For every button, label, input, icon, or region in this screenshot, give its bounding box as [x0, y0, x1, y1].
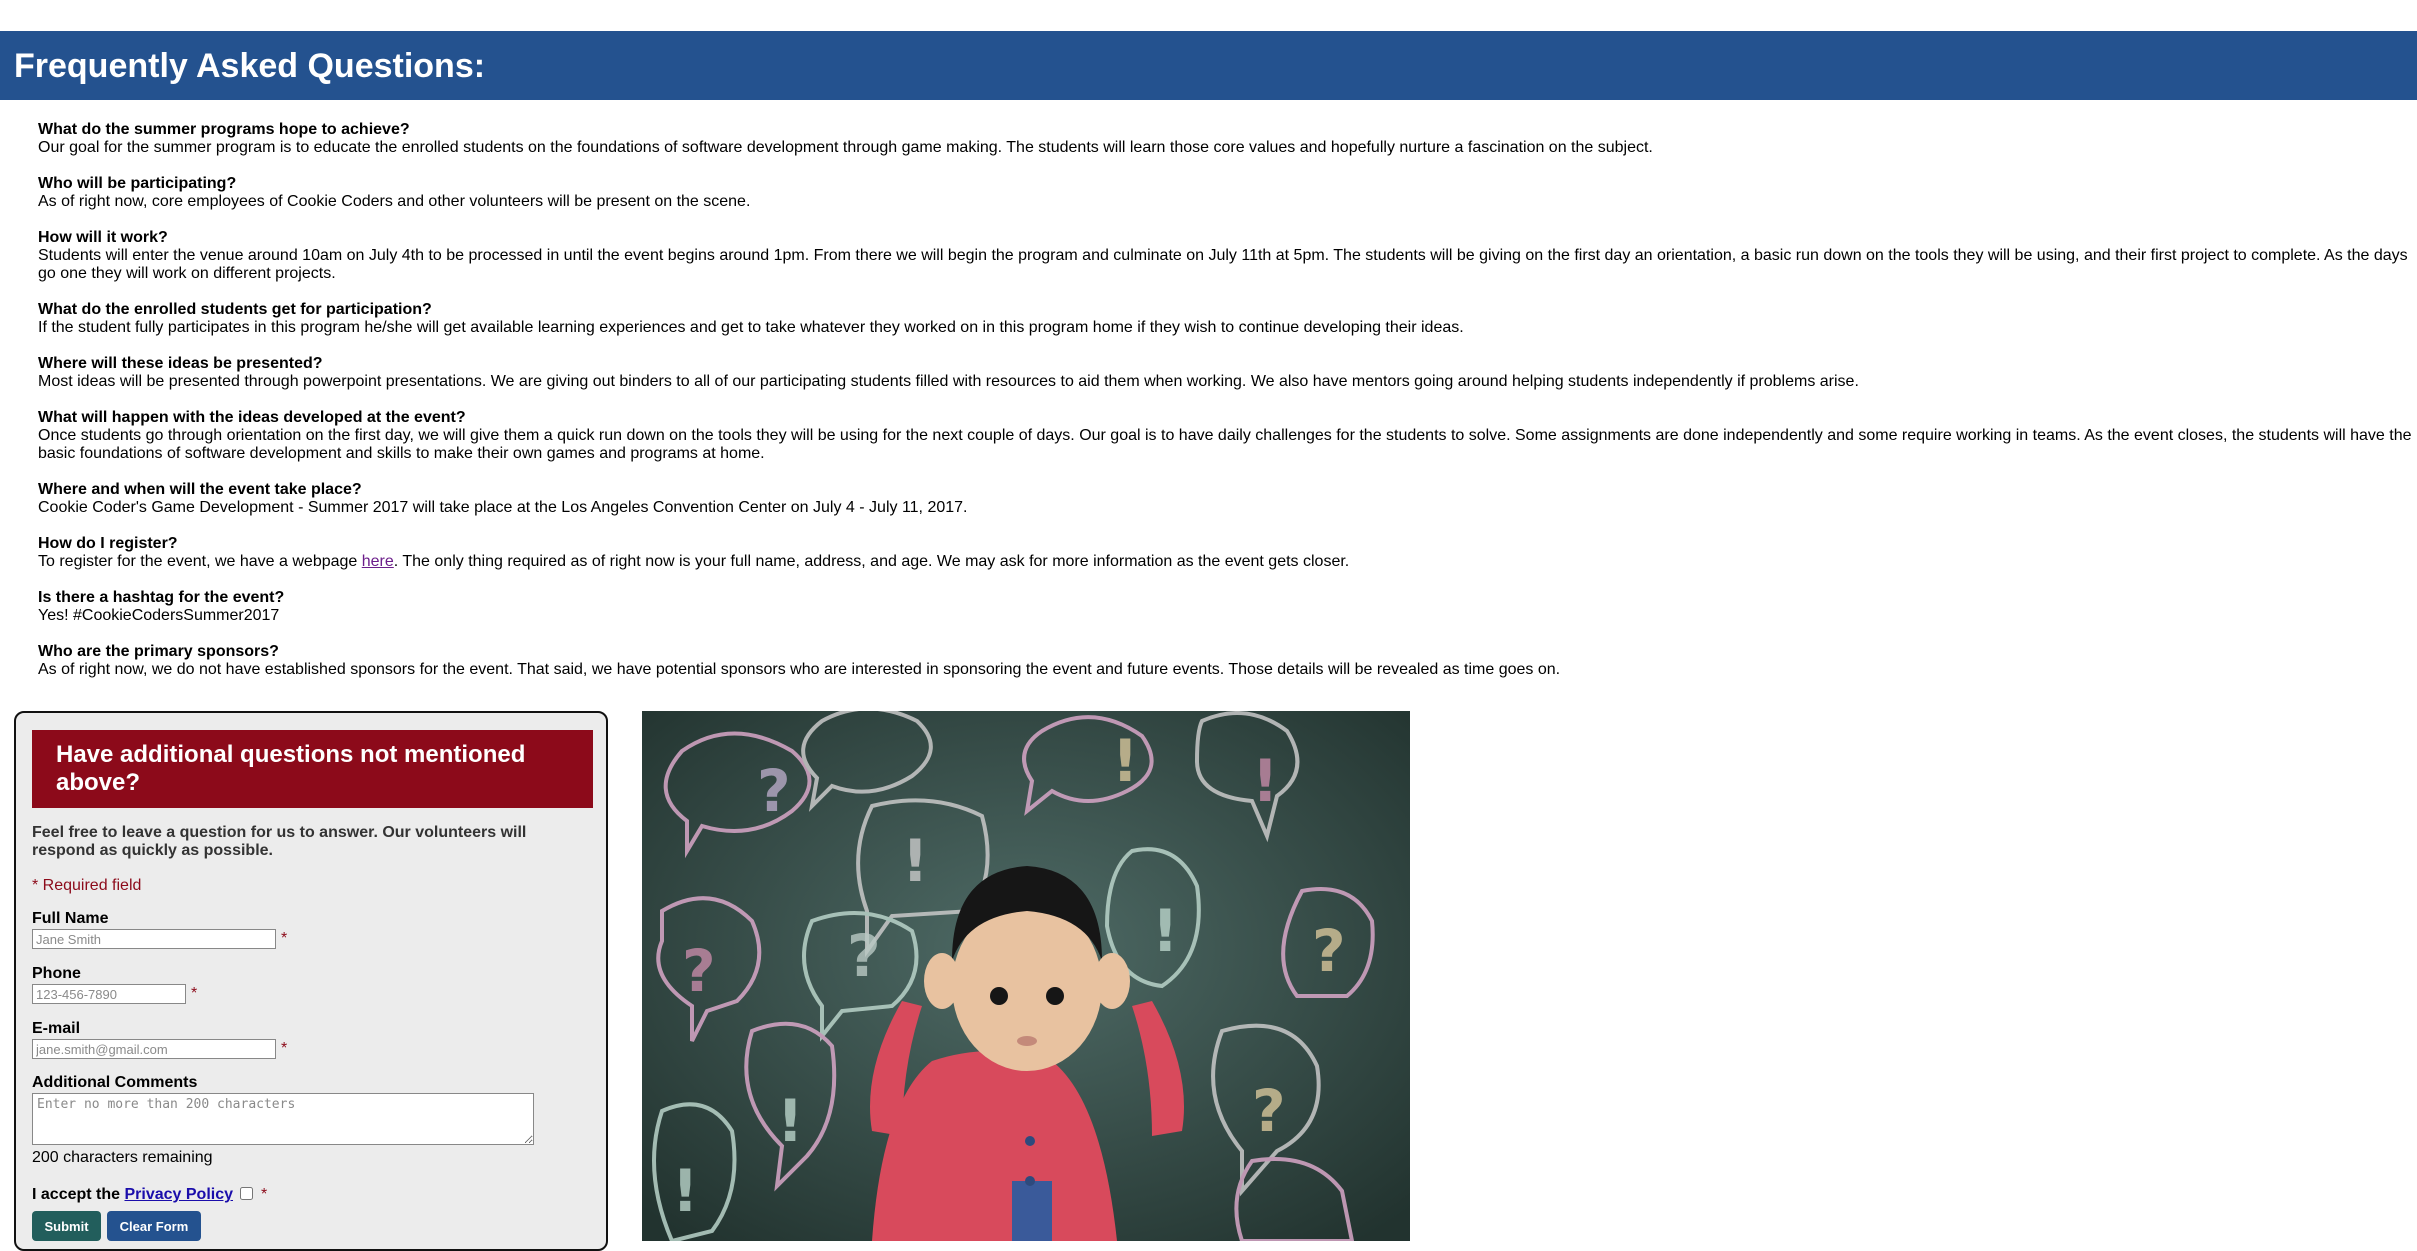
faq-answer: Cookie Coder's Game Development - Summer… [38, 499, 968, 516]
required-star: * [261, 1186, 268, 1203]
faq-answer: As of right now, we do not have establis… [38, 661, 1561, 678]
svg-text:?: ? [757, 757, 791, 825]
faq-answer: Our goal for the summer program is to ed… [38, 139, 1653, 156]
comments-textarea[interactable] [32, 1093, 534, 1145]
svg-text:!: ! [902, 827, 928, 895]
faq-answer: As of right now, core employees of Cooki… [38, 193, 751, 210]
privacy-checkbox[interactable] [240, 1187, 253, 1200]
required-star: * [191, 985, 198, 1002]
svg-text:?: ? [1312, 917, 1346, 985]
faq-header: Frequently Asked Questions: [0, 31, 2417, 100]
form-title: Have additional questions not mentioned … [32, 730, 593, 808]
svg-text:?: ? [682, 937, 716, 1005]
faq-list: What do the summer programs hope to achi… [38, 121, 2413, 697]
child-chalkboard-photo: ? ! ! ! ? ? ! ? ! ? ! [642, 711, 1410, 1241]
accept-text: I accept the [32, 1186, 125, 1203]
faq-question: Where and when will the event take place… [38, 481, 362, 498]
faq-question: Who are the primary sponsors? [38, 643, 279, 660]
faq-question: What will happen with the ideas develope… [38, 409, 466, 426]
faq-answer: Once students go through orientation on … [38, 427, 2412, 462]
phone-label: Phone [32, 965, 81, 982]
svg-text:?: ? [847, 922, 881, 990]
svg-text:!: ! [1252, 747, 1278, 815]
faq-answer: Most ideas will be presented through pow… [38, 373, 1859, 390]
privacy-accept: I accept the Privacy Policy [32, 1186, 233, 1204]
faq-item: How will it work? Students will enter th… [38, 229, 2413, 283]
faq-item: How do I register? To register for the e… [38, 535, 2413, 571]
page-title: Frequently Asked Questions: [14, 47, 486, 85]
faq-answer-text: . The only thing required as of right no… [393, 553, 1350, 570]
faq-item: Is there a hashtag for the event? Yes! #… [38, 589, 2413, 625]
faq-question: What do the enrolled students get for pa… [38, 301, 432, 318]
faq-answer-text: To register for the event, we have a web… [38, 553, 362, 570]
faq-question: Is there a hashtag for the event? [38, 589, 285, 606]
faq-item: Where will these ideas be presented? Mos… [38, 355, 2413, 391]
svg-text:?: ? [1252, 1077, 1286, 1145]
full-name-input[interactable] [32, 929, 276, 949]
faq-item: Who are the primary sponsors? As of righ… [38, 643, 2413, 679]
faq-item: What do the summer programs hope to achi… [38, 121, 2413, 157]
svg-text:!: ! [672, 1157, 698, 1225]
faq-answer: Students will enter the venue around 10a… [38, 247, 2408, 282]
characters-remaining: 200 characters remaining [32, 1149, 213, 1166]
faq-answer: Yes! #CookieCodersSummer2017 [38, 607, 280, 624]
privacy-policy-link[interactable]: Privacy Policy [124, 1186, 233, 1203]
email-label: E-mail [32, 1020, 81, 1037]
svg-text:!: ! [1152, 897, 1178, 965]
faq-answer: To register for the event, we have a web… [38, 553, 2413, 571]
faq-question: How do I register? [38, 535, 178, 552]
phone-input[interactable] [32, 984, 186, 1004]
faq-item: What do the enrolled students get for pa… [38, 301, 2413, 337]
svg-text:!: ! [777, 1087, 803, 1155]
question-form: Have additional questions not mentioned … [14, 711, 608, 1251]
faq-item: Where and when will the event take place… [38, 481, 2413, 517]
email-input[interactable] [32, 1039, 276, 1059]
faq-item: What will happen with the ideas develope… [38, 409, 2413, 463]
faq-answer: If the student fully participates in thi… [38, 319, 1464, 336]
register-link[interactable]: here [362, 553, 394, 570]
faq-question: How will it work? [38, 229, 168, 246]
faq-item: Who will be participating? As of right n… [38, 175, 2413, 211]
required-note: * Required field [32, 877, 142, 894]
full-name-label: Full Name [32, 910, 109, 927]
required-star: * [281, 1040, 288, 1057]
svg-text:!: ! [1112, 727, 1138, 795]
faq-question: Where will these ideas be presented? [38, 355, 323, 372]
chalkboard-illustration: ? ! ! ! ? ? ! ? ! ? ! [642, 711, 1410, 1241]
faq-question: What do the summer programs hope to achi… [38, 121, 410, 138]
required-star: * [281, 930, 288, 947]
form-intro: Feel free to leave a question for us to … [32, 824, 527, 859]
comments-label: Additional Comments [32, 1074, 198, 1091]
faq-question: Who will be participating? [38, 175, 237, 192]
